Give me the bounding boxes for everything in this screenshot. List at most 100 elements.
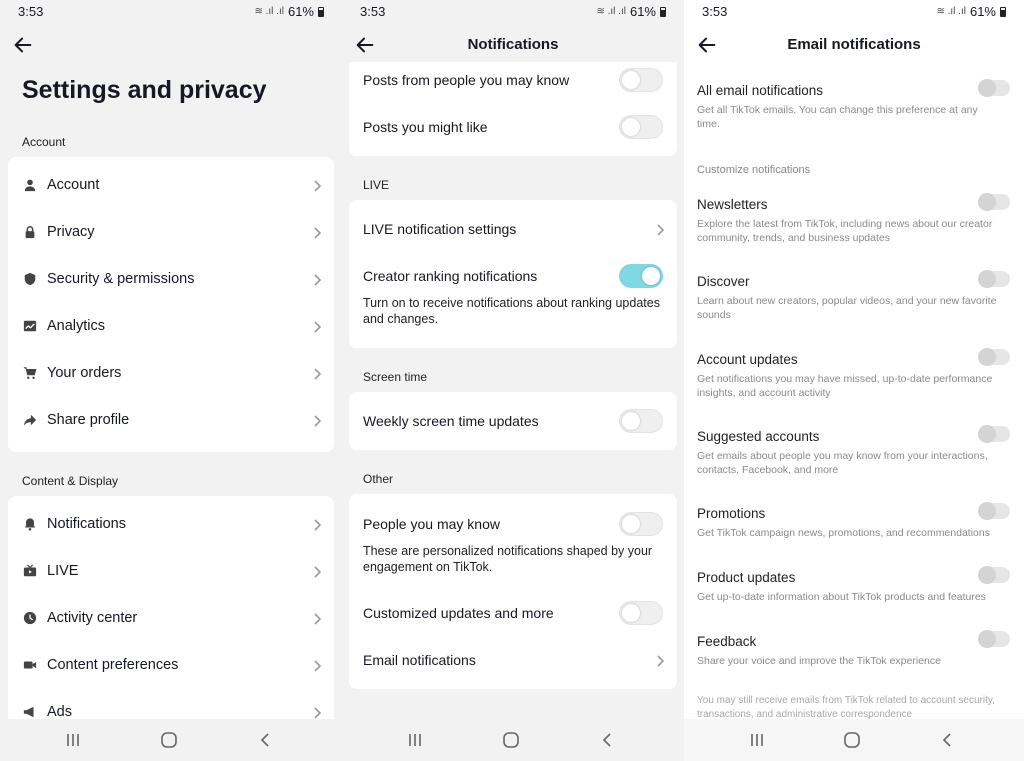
settings-item-label: Notifications	[47, 516, 126, 532]
nav-back-icon[interactable]	[596, 731, 618, 749]
email-footer-note: You may still receive emails from TikTok…	[697, 695, 995, 720]
posts-people-toggle[interactable]	[619, 68, 663, 92]
email-setting-label: Suggested accounts	[697, 429, 820, 444]
settings-item-label: LIVE	[47, 563, 79, 579]
settings-item-orders[interactable]: Your orders	[8, 351, 334, 397]
content-display-card: Notifications LIVE Activity center Conte…	[8, 496, 334, 736]
section-label-account: Account	[22, 135, 66, 149]
settings-item-share-profile[interactable]: Share profile	[8, 398, 334, 444]
live-card: LIVE notification settings Creator ranki…	[349, 200, 677, 348]
settings-item-privacy[interactable]: Privacy	[8, 210, 334, 256]
analytics-icon	[22, 319, 38, 335]
nav-back-icon[interactable]	[936, 731, 958, 749]
settings-item-label: Content preferences	[47, 657, 179, 673]
email-setting-description: Get up-to-date information about TikTok …	[697, 591, 986, 603]
battery-icon	[1000, 6, 1006, 17]
customized-updates-toggle[interactable]	[619, 601, 663, 625]
settings-item-label: Account	[47, 177, 100, 193]
status-time: 3:53	[702, 4, 728, 19]
home-icon[interactable]	[158, 731, 180, 749]
setting-label: Customized updates and more	[363, 605, 554, 621]
status-bar: 3:53 ≋ .ıl .ıl 61%	[342, 0, 684, 24]
tv-icon	[22, 564, 38, 580]
battery-icon	[318, 6, 324, 17]
weekly-screen-time-toggle[interactable]	[619, 409, 663, 433]
customize-notifications-label: Customize notifications	[697, 164, 811, 176]
email-setting-description: Get notifications you may have missed, u…	[697, 373, 993, 399]
feedback-toggle[interactable]	[978, 630, 1010, 648]
chevron-right-icon	[313, 414, 322, 428]
status-bar: 3:53 ≋ .ıl .ıl 61%	[684, 0, 1024, 24]
setting-label: Posts you might like	[363, 119, 488, 135]
account-card: Account Privacy Security & permissions A…	[8, 157, 334, 452]
battery-percent: 61%	[287, 4, 314, 19]
chevron-right-icon	[313, 518, 322, 532]
chevron-right-icon	[656, 223, 665, 237]
posts-might-like-toggle[interactable]	[619, 115, 663, 139]
email-setting-label: Feedback	[697, 634, 757, 649]
section-label-live: LIVE	[363, 178, 390, 192]
android-nav-bar	[342, 719, 684, 761]
recent-apps-icon[interactable]	[62, 731, 84, 749]
screenshot-collage: 3:53 ≋ .ıl .ıl 61% Settings and privacy …	[0, 0, 1024, 761]
section-label-content-display: Content & Display	[22, 474, 119, 488]
posts-card: Posts from people you may know Posts you…	[349, 62, 677, 156]
email-feedback-row: Feedback Share your voice and improve th…	[697, 634, 1012, 668]
battery-percent: 61%	[629, 4, 656, 19]
setting-label: People you may know	[363, 516, 500, 532]
suggested-accounts-toggle[interactable]	[978, 425, 1010, 443]
recent-apps-icon[interactable]	[746, 731, 768, 749]
page-title: Email notifications	[787, 36, 921, 53]
email-setting-description: Learn about new creators, popular videos…	[697, 295, 997, 321]
settings-item-notifications[interactable]: Notifications	[8, 502, 334, 548]
cart-icon	[22, 366, 38, 382]
email-all-row: All email notifications Get all TikTok e…	[697, 83, 1012, 131]
home-icon[interactable]	[841, 731, 863, 749]
email-all-toggle[interactable]	[978, 79, 1010, 97]
page-title: Notifications	[467, 36, 559, 53]
email-setting-label: Newsletters	[697, 197, 768, 212]
discover-toggle[interactable]	[978, 270, 1010, 288]
status-time: 3:53	[18, 4, 44, 19]
bell-icon	[22, 517, 38, 533]
video-icon	[22, 658, 38, 674]
home-icon[interactable]	[500, 731, 522, 749]
email-setting-label: Account updates	[697, 352, 798, 367]
settings-item-content-preferences[interactable]: Content preferences	[8, 643, 334, 689]
email-promotions-row: Promotions Get TikTok campaign news, pro…	[697, 506, 1012, 540]
chevron-right-icon	[313, 659, 322, 673]
newsletters-toggle[interactable]	[978, 193, 1010, 211]
email-setting-label: Promotions	[697, 506, 766, 521]
lock-icon	[22, 225, 38, 241]
promotions-toggle[interactable]	[978, 502, 1010, 520]
section-label-other: Other	[363, 472, 394, 486]
settings-item-label: Analytics	[47, 318, 106, 334]
email-suggested-accounts-row: Suggested accounts Get emails about peop…	[697, 429, 1012, 477]
nav-back-icon[interactable]	[254, 731, 276, 749]
email-notifications-screen: 3:53 ≋ .ıl .ıl 61% Email notifications A…	[684, 0, 1024, 761]
creator-ranking-toggle[interactable]	[619, 264, 663, 288]
email-setting-label: All email notifications	[697, 83, 824, 98]
battery-icon	[660, 6, 666, 17]
chevron-right-icon	[656, 654, 665, 668]
android-nav-bar	[684, 719, 1024, 761]
chevron-right-icon	[313, 706, 322, 720]
setting-label: LIVE notification settings	[363, 221, 517, 237]
back-arrow-icon[interactable]	[12, 34, 38, 58]
settings-item-live[interactable]: LIVE	[8, 549, 334, 595]
settings-item-security[interactable]: Security & permissions	[8, 257, 334, 303]
status-time: 3:53	[360, 4, 386, 19]
settings-item-account[interactable]: Account	[8, 163, 334, 209]
product-updates-toggle[interactable]	[978, 566, 1010, 584]
chevron-right-icon	[313, 273, 322, 287]
clock-icon	[22, 611, 38, 627]
settings-item-activity-center[interactable]: Activity center	[8, 596, 334, 642]
email-discover-row: Discover Learn about new creators, popul…	[697, 274, 1012, 322]
recent-apps-icon[interactable]	[404, 731, 426, 749]
account-updates-toggle[interactable]	[978, 348, 1010, 366]
setting-description: Turn on to receive notifications about r…	[363, 296, 660, 326]
people-you-may-know-toggle[interactable]	[619, 512, 663, 536]
person-icon	[22, 178, 38, 194]
email-newsletters-row: Newsletters Explore the latest from TikT…	[697, 197, 1012, 245]
settings-item-analytics[interactable]: Analytics	[8, 304, 334, 350]
